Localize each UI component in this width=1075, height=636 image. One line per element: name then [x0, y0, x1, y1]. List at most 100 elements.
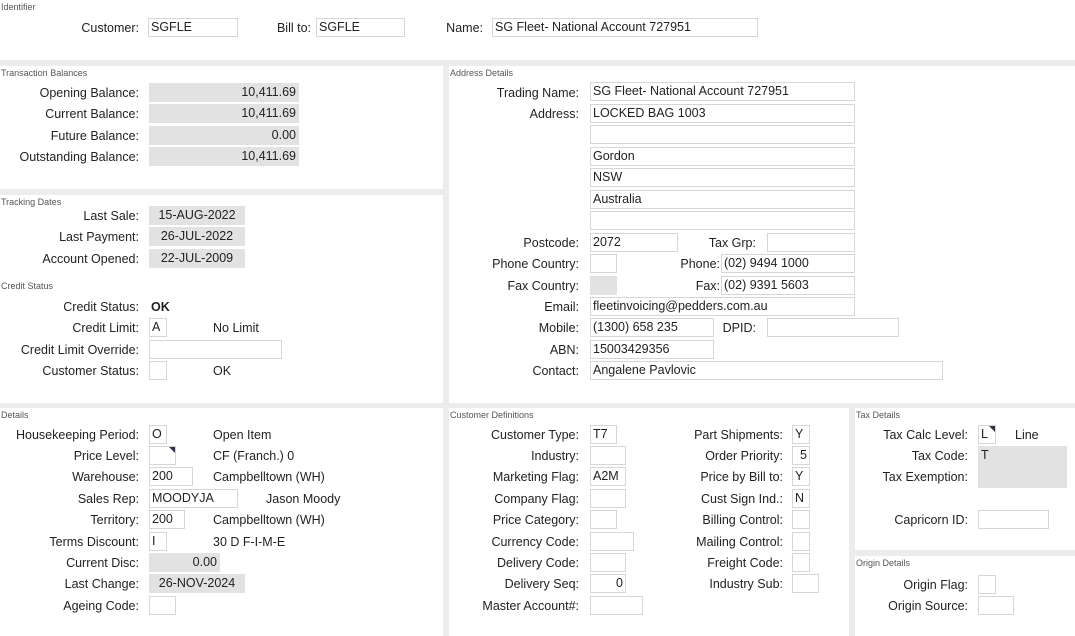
address-line-6[interactable]: [590, 211, 855, 230]
mailing-control-field[interactable]: [792, 532, 810, 551]
credit-limit-field[interactable]: A: [149, 318, 167, 337]
tax-calc-level-label: Tax Calc Level:: [883, 428, 968, 442]
billing-control-field[interactable]: [792, 510, 810, 529]
sales-rep-label: Sales Rep:: [77, 492, 139, 506]
credit-limit-override-field[interactable]: [149, 340, 282, 359]
dpid-field[interactable]: [767, 318, 899, 337]
customer-status-field[interactable]: [149, 361, 167, 380]
capricorn-id-label: Capricorn ID:: [894, 513, 968, 527]
delivery-code-field[interactable]: [590, 553, 626, 572]
price-level-field[interactable]: [149, 446, 176, 465]
ageing-code-label: Ageing Code:: [63, 599, 139, 613]
address-line-1[interactable]: LOCKED BAG 1003: [590, 104, 855, 123]
trading-name-field[interactable]: SG Fleet- National Account 727951: [590, 82, 855, 101]
tax-exemption-label: Tax Exemption:: [882, 470, 968, 484]
phone-country-field[interactable]: [590, 254, 617, 273]
housekeeping-field[interactable]: O: [149, 425, 167, 444]
definitions-title: Customer Definitions: [450, 410, 534, 420]
fax-field[interactable]: (02) 9391 5603: [721, 276, 855, 295]
address-line-2[interactable]: [590, 125, 855, 144]
warehouse-field[interactable]: 200: [149, 467, 193, 486]
postcode-label: Postcode:: [523, 236, 579, 250]
current-balance-field: 10,411.69: [149, 104, 299, 123]
identifier-title: Identifier: [1, 2, 36, 12]
capricorn-id-field[interactable]: [978, 510, 1049, 529]
billto-label: Bill to:: [276, 21, 311, 35]
part-shipments-label: Part Shipments:: [694, 428, 783, 442]
territory-label: Territory:: [90, 513, 139, 527]
fax-label: Fax:: [695, 279, 720, 293]
master-account-field[interactable]: [590, 596, 643, 615]
delivery-code-label: Delivery Code:: [497, 556, 579, 570]
industry-label: Industry:: [531, 449, 579, 463]
mobile-field[interactable]: (1300) 658 235: [590, 318, 714, 337]
abn-field[interactable]: 15003429356: [590, 340, 714, 359]
origin-panel: Origin Details Origin Flag: Origin Sourc…: [855, 556, 1075, 636]
master-account-label: Master Account#:: [482, 599, 579, 613]
details-panel: Details Housekeeping Period: O Open Item…: [0, 408, 443, 636]
credit-limit-label: Credit Limit:: [72, 321, 139, 335]
price-category-field[interactable]: [590, 510, 617, 529]
freight-code-field[interactable]: [792, 553, 810, 572]
marketing-flag-field[interactable]: A2M: [590, 467, 626, 486]
address-title: Address Details: [450, 68, 514, 78]
origin-title: Origin Details: [856, 558, 911, 568]
customer-type-field[interactable]: T7: [590, 425, 617, 444]
current-balance-label: Current Balance:: [45, 107, 139, 121]
outstanding-balance-label: Outstanding Balance:: [19, 150, 139, 164]
tax-grp-label: Tax Grp:: [708, 236, 756, 250]
customer-field[interactable]: SGFLE: [148, 18, 238, 37]
price-by-billto-field[interactable]: Y: [792, 467, 810, 486]
balances-panel: Transaction Balances Opening Balance: 10…: [0, 66, 443, 189]
mailing-control-label: Mailing Control:: [696, 535, 783, 549]
postcode-field[interactable]: 2072: [590, 233, 678, 252]
email-label: Email:: [544, 300, 579, 314]
credit-status-label: Credit Status:: [63, 300, 139, 314]
territory-field[interactable]: 200: [149, 510, 185, 529]
account-opened-label: Account Opened:: [42, 252, 139, 266]
last-change-field: 26-NOV-2024: [149, 574, 245, 593]
origin-source-field[interactable]: [978, 596, 1014, 615]
terms-discount-field[interactable]: I: [149, 532, 167, 551]
part-shipments-field[interactable]: Y: [792, 425, 810, 444]
price-by-billto-label: Price by Bill to:: [700, 470, 783, 484]
terms-discount-desc: 30 D F-I-M-E: [213, 535, 286, 549]
customer-label: Customer:: [81, 21, 139, 35]
warehouse-desc: Campbelltown (WH): [213, 470, 325, 484]
freight-code-label: Freight Code:: [707, 556, 783, 570]
delivery-seq-field[interactable]: 0: [590, 574, 626, 593]
balances-title: Transaction Balances: [1, 68, 88, 78]
address-line-5[interactable]: Australia: [590, 190, 855, 209]
address-label: Address:: [529, 107, 579, 121]
housekeeping-desc: Open Item: [213, 428, 272, 442]
contact-field[interactable]: Angalene Pavlovic: [590, 361, 943, 380]
details-title: Details: [1, 410, 29, 420]
origin-flag-field[interactable]: [978, 575, 996, 594]
origin-flag-label: Origin Flag:: [903, 578, 968, 592]
currency-code-field[interactable]: [590, 532, 634, 551]
industry-sub-field[interactable]: [792, 574, 819, 593]
tax-grp-field[interactable]: [767, 233, 855, 252]
identifier-panel: Identifier Customer: SGFLE Bill to: SGFL…: [0, 0, 1075, 60]
trading-name-label: Trading Name:: [496, 86, 579, 100]
industry-field[interactable]: [590, 446, 626, 465]
address-line-4[interactable]: NSW: [590, 168, 855, 187]
email-field[interactable]: fleetinvoicing@pedders.com.au: [590, 297, 855, 316]
billing-control-label: Billing Control:: [702, 513, 783, 527]
customer-status-label: Customer Status:: [42, 364, 139, 378]
phone-field[interactable]: (02) 9494 1000: [721, 254, 855, 273]
cust-sign-field[interactable]: N: [792, 489, 810, 508]
address-line-3[interactable]: Gordon: [590, 147, 855, 166]
tax-calc-level-desc: Line: [1015, 428, 1039, 442]
sales-rep-field[interactable]: MOODYJA: [149, 489, 238, 508]
current-disc-label: Current Disc:: [66, 556, 139, 570]
opening-balance-label: Opening Balance:: [39, 86, 139, 100]
customer-status-desc: OK: [213, 364, 232, 378]
tracking-title: Tracking Dates: [1, 197, 62, 207]
billto-field[interactable]: SGFLE: [316, 18, 405, 37]
order-priority-field[interactable]: 5: [792, 446, 810, 465]
ageing-code-field[interactable]: [149, 596, 176, 615]
tax-calc-level-field[interactable]: L: [978, 425, 996, 444]
name-field[interactable]: SG Fleet- National Account 727951: [492, 18, 758, 37]
company-flag-field[interactable]: [590, 489, 626, 508]
